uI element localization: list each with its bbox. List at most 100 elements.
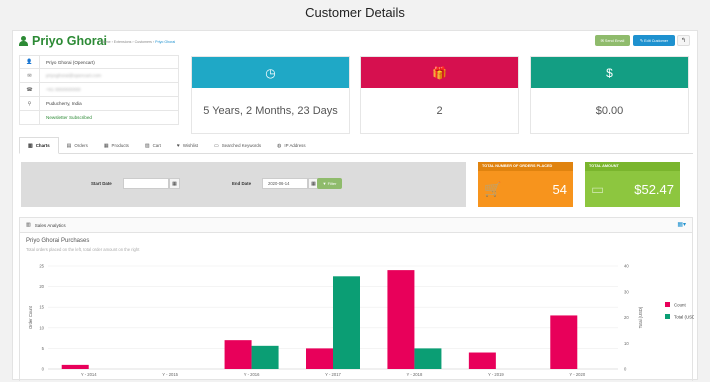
- info-row: ☎ +91 0000000000: [19, 83, 179, 97]
- cart-icon: ▤: [66, 142, 72, 149]
- tab-cart[interactable]: ▨ Cart: [137, 137, 169, 154]
- customer-panel: Priyo Ghorai Home › Extensions › Custome…: [12, 30, 698, 381]
- info-row: ✉ priyoghorai@opencart.com: [19, 69, 179, 83]
- end-date-label: End Date: [232, 181, 252, 186]
- tab-orders[interactable]: ▤ Orders: [59, 137, 96, 154]
- box-icon: ▦: [103, 142, 109, 149]
- tab-label: IP Address: [284, 143, 306, 148]
- x-tick-label: Y - 2017: [325, 372, 341, 377]
- y-tick-label: 5: [42, 346, 45, 351]
- x-tick-label: Y - 2019: [488, 372, 504, 377]
- breadcrumb: Home › Extensions › Customers › Priyo Gh…: [101, 40, 176, 44]
- envelope-icon: ✉: [20, 69, 40, 82]
- total-amount-value: $52.47: [634, 181, 674, 197]
- member-since-card: ◷ 5 Years, 2 Months, 23 Days: [191, 56, 350, 134]
- legend-swatch: [665, 314, 670, 319]
- y-right-tick-label: 30: [624, 289, 629, 294]
- tab-label: Orders: [74, 143, 88, 148]
- user-icon: 👤: [20, 56, 40, 68]
- date-filter: Start Date ▦ End Date 2020-06-14 ▦ ▼ Fil…: [21, 162, 466, 207]
- info-text: +91 0000000000: [46, 87, 81, 92]
- x-tick-label: Y - 2016: [244, 372, 260, 377]
- filter-button[interactable]: ▼ Filter: [317, 178, 342, 189]
- send-email-label: Send Email: [604, 38, 625, 43]
- orders-count-value: 2: [436, 105, 443, 117]
- y-right-axis-label: Total (USD): [638, 306, 643, 328]
- send-email-button[interactable]: ✉ Send Email: [595, 35, 630, 46]
- tab-label: Searched Keywords: [221, 143, 262, 148]
- y-tick-label: 25: [39, 264, 44, 269]
- bar-count: [61, 364, 89, 369]
- y-axis-label: Order Count: [28, 305, 33, 329]
- edit-customer-button[interactable]: ✎ Edit Customer: [633, 35, 675, 46]
- info-text: Newsletter Subscribed: [46, 115, 92, 120]
- breadcrumb-extensions[interactable]: Extensions: [114, 40, 132, 44]
- purchases-chart: 0 5 10 15 20 25 0 10 20 30 40 Order Count Total (USD…: [28, 264, 694, 378]
- start-date-calendar-icon[interactable]: ▦: [169, 178, 180, 189]
- tab-label: Wishlist: [182, 143, 198, 148]
- y-tick-label: 20: [39, 284, 44, 289]
- tab-searched-keywords[interactable]: ▭ Searched Keywords: [206, 137, 269, 154]
- breadcrumb-home[interactable]: Home: [101, 40, 111, 44]
- bar-count: [468, 352, 496, 369]
- phone-icon: ☎: [20, 83, 40, 96]
- bar-total-usd-: [414, 348, 442, 369]
- info-row: 👤 Priyo Ghorai (Opencart): [19, 55, 179, 69]
- tab-label: Products: [111, 143, 129, 148]
- x-tick-label: Y - 2020: [569, 372, 585, 377]
- total-orders-value: 54: [552, 181, 567, 197]
- legend-label: Total (USD): [674, 315, 694, 320]
- search-list-icon: ▭: [214, 142, 219, 149]
- globe-icon: ◍: [277, 142, 282, 149]
- breadcrumb-customers[interactable]: Customers: [135, 40, 152, 44]
- shopping-cart-icon: ▨: [144, 142, 150, 149]
- end-date-input[interactable]: 2020-06-14: [262, 178, 308, 189]
- balance-card: $ $0.00: [530, 56, 689, 134]
- info-row: ⚲ Puducherry, India: [19, 97, 179, 111]
- bar-count: [306, 348, 333, 369]
- total-amount-title: TOTAL AMOUNT: [585, 162, 680, 171]
- legend-swatch: [665, 302, 670, 307]
- breadcrumb-current[interactable]: Priyo Ghorai: [155, 40, 175, 44]
- bar-count: [550, 315, 578, 369]
- shopping-cart-icon: 🛒: [484, 180, 502, 197]
- back-button[interactable]: ↰: [677, 35, 690, 46]
- page-title: Customer Details: [305, 5, 405, 20]
- x-tick-label: Y - 2014: [81, 372, 97, 377]
- y-right-tick-label: 20: [624, 315, 629, 320]
- y-tick-label: 0: [42, 367, 45, 372]
- back-icon: ↰: [680, 38, 687, 44]
- customer-name: Priyo Ghorai: [32, 34, 108, 48]
- dollar-icon: $: [606, 65, 613, 80]
- orders-count-card: 🎁 2: [360, 56, 519, 134]
- y-tick-label: 15: [39, 305, 44, 310]
- info-text: Puducherry, India: [46, 101, 82, 106]
- bar-count: [387, 270, 415, 369]
- total-orders-title: TOTAL NUMBER OF ORDERS PLACED: [478, 162, 573, 171]
- sales-analytics-panel: ▥ Sales Analytics ▦▾ Priyo Ghorai Purcha…: [19, 217, 694, 381]
- x-tick-label: Y - 2018: [407, 372, 423, 377]
- x-tick-label: Y - 2015: [162, 372, 178, 377]
- customer-info-list: 👤 Priyo Ghorai (Opencart) ✉ priyoghorai@ope…: [19, 55, 179, 125]
- y-tick-label: 10: [39, 325, 44, 330]
- start-date-input[interactable]: [123, 178, 169, 189]
- legend-label: Count: [674, 303, 686, 308]
- start-date-label: Start Date: [91, 181, 112, 186]
- heart-icon: ♥: [176, 142, 180, 149]
- info-text: Priyo Ghorai (Opencart): [46, 59, 95, 65]
- tab-wishlist[interactable]: ♥ Wishlist: [169, 137, 206, 154]
- tab-charts[interactable]: ▥ Charts: [19, 137, 59, 154]
- edit-customer-label: Edit Customer: [644, 38, 669, 43]
- clock-icon: ◷: [265, 65, 276, 80]
- tab-label: Cart: [152, 143, 161, 148]
- tab-ip-address[interactable]: ◍ IP Address: [269, 137, 314, 154]
- customer-name-heading: Priyo Ghorai: [19, 34, 107, 48]
- customer-tabs: ▥ Charts ▤ Orders ▦ Products ▨ Cart ♥ Wishlist ▭ Se…: [19, 137, 693, 154]
- balance-value: $0.00: [595, 105, 624, 117]
- bar-count: [224, 340, 252, 369]
- user-icon: [19, 36, 28, 46]
- info-text: priyoghorai@opencart.com: [46, 73, 102, 78]
- bar-chart-icon: ▥: [28, 142, 33, 149]
- tab-products[interactable]: ▦ Products: [96, 137, 137, 154]
- total-orders-card: TOTAL NUMBER OF ORDERS PLACED 🛒 54: [478, 162, 573, 207]
